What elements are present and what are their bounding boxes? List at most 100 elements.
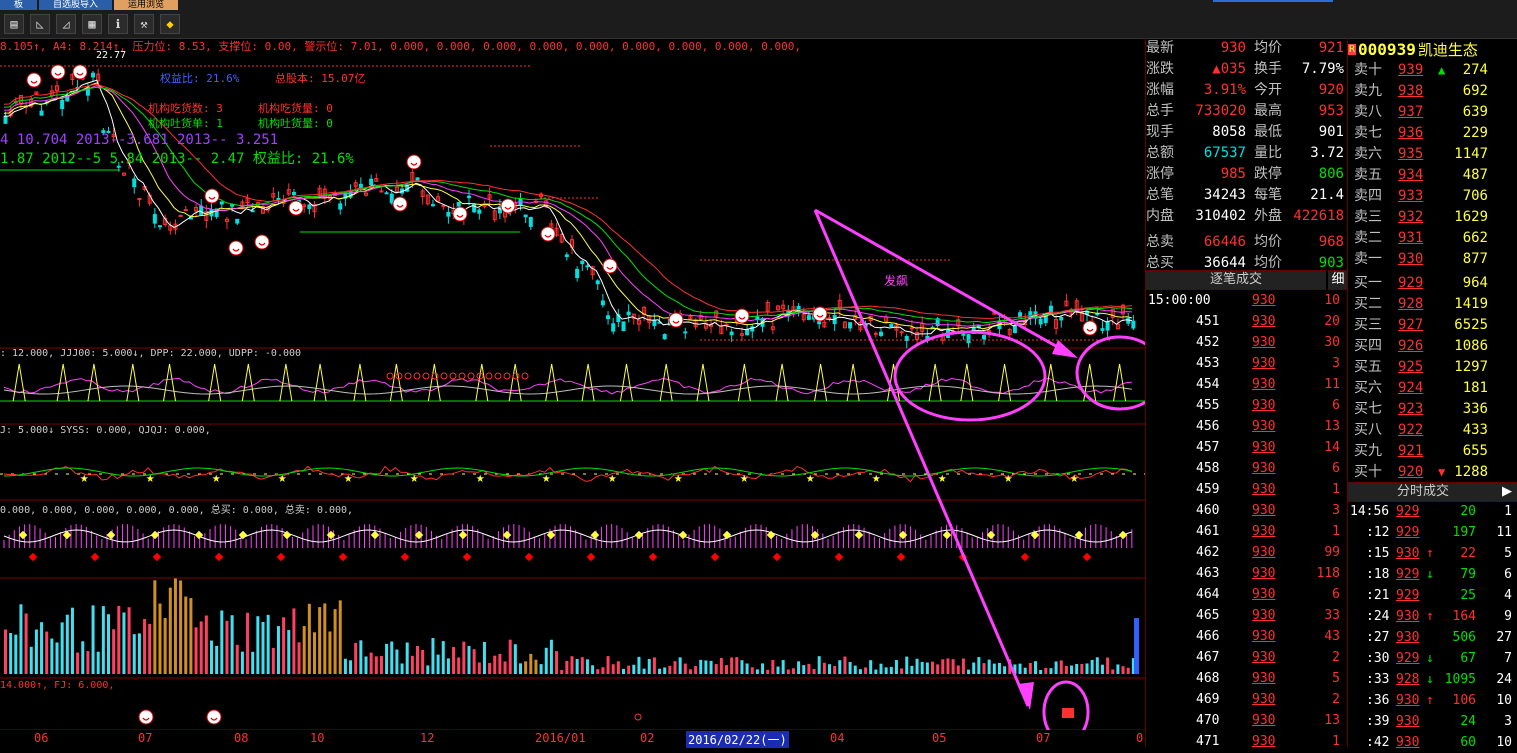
tick-volume: 1 [1332,734,1340,749]
volume-bar [802,665,806,674]
smiley-icon [452,206,468,222]
chart-icon[interactable]: ▤ [4,14,24,34]
volume-bar [1023,667,1027,674]
tick-volume: 33 [1324,608,1340,623]
quote-value: 733020 [1195,103,1246,119]
tick-volume: 6 [1332,587,1340,602]
volume-bar [302,626,306,674]
ob-label: 买一 [1354,275,1382,291]
volume-bar [1095,657,1099,674]
minute-count: 6 [1504,567,1512,582]
minute-play-icon[interactable]: ▶ [1496,482,1517,502]
ruler-icon[interactable]: ◺ [30,14,50,34]
volume-bar [750,667,754,674]
candle-body [178,214,183,217]
volume-bar [410,655,414,674]
minute-volume: 24 [1460,714,1476,729]
ob-volume: 639 [1462,104,1488,120]
tick-price: 930 [1252,356,1276,371]
volume-bar [19,604,23,674]
volume-bar [1064,665,1068,674]
volume-bar [534,659,538,674]
volume-bar [1090,659,1094,674]
tick-volume: 13 [1324,419,1340,434]
candle-body [889,323,894,328]
ob-volume: 487 [1462,167,1488,183]
volume-bar [812,668,816,674]
doc-icon[interactable]: ▦ [82,14,102,34]
volume-bar [920,662,924,674]
candle-body [564,254,569,258]
ob-price: 937 [1398,104,1424,120]
volume-bar [235,644,239,674]
volume-bar [848,661,852,674]
volume-bar [472,649,476,674]
volume-bar [941,659,945,674]
volume-bar [230,615,234,674]
candle-body [183,209,188,212]
candle-body [379,190,384,193]
minute-count: 27 [1496,630,1512,645]
volume-bar [771,660,775,674]
quote-value-2: 920 [1318,82,1344,98]
ruler-icon[interactable]: ◿ [56,14,76,34]
smiley-icon [812,306,828,322]
volume-bar [24,613,28,674]
kline-chart-area[interactable]: ★ ★ ★ ★ ★ ★ ★ ★ ★ ★ ★ ★ ★ ★ ★ ★ 8.105↑, A4: 8.214↑, [0,38,1145,748]
volume-bar [1106,657,1110,674]
tab-board[interactable]: 板 [0,0,38,10]
tick-price: 930 [1252,503,1276,518]
tick-volume: 11 [1324,377,1340,392]
minute-price: 930 [1396,714,1420,729]
tool-icon[interactable]: ⚒ [134,14,154,34]
minute-volume: 60 [1460,735,1476,750]
volume-bar [266,614,270,674]
volume-bar [256,616,260,674]
tick-time: 459 [1196,482,1220,497]
tick-volume: 2 [1332,692,1340,707]
minute-price: 930 [1396,630,1420,645]
tick-price: 930 [1252,293,1276,308]
diamond-icon[interactable]: ◆ [160,14,180,34]
volume-bar [287,630,291,674]
candle-body [523,214,528,218]
volume-bar [374,656,378,674]
candle-body [879,331,883,336]
candle-body [580,260,585,265]
indicator-2-line: J: 5.000↓ SYSS: 0.000, QJQJ: 0.000, [0,425,211,436]
high-price-label: 22.77 [96,50,127,61]
volume-bar [14,634,18,674]
ob-label: 买二 [1354,296,1382,312]
volume-bar [735,657,739,674]
ticks-detail-button[interactable]: 细 [1328,270,1348,290]
volume-bar [137,633,141,674]
tick-volume: 6 [1332,398,1340,413]
volume-bar [96,651,100,674]
volume-bar [570,656,574,674]
volume-bar [755,669,759,674]
quote-value: 66446 [1203,234,1246,250]
volume-bar [596,669,600,674]
volume-bar [148,623,152,674]
ob-price: 936 [1398,125,1424,141]
ob-price: 934 [1398,167,1424,183]
volume-bar [884,667,888,674]
volume-bar [282,617,286,674]
tab-strip: 板 自选股导入 运用浏览 [0,0,180,10]
volume-bar [101,606,105,674]
volume-bar [117,606,121,674]
tick-price: 930 [1252,335,1276,350]
tick-time: 471 [1196,734,1220,749]
tick-time: 469 [1196,692,1220,707]
tick-price: 930 [1252,314,1276,329]
tick-time: 467 [1196,650,1220,665]
x-axis-label: 07 [138,731,153,745]
tick-time: 463 [1196,566,1220,581]
svg-text:★: ★ [542,470,551,486]
volume-bar [1034,661,1037,674]
volume-bar [276,626,280,674]
tab-import-watchlist[interactable]: 自选股导入 [39,0,113,10]
info-icon[interactable]: ℹ [108,14,128,34]
tick-time: 466 [1196,629,1220,644]
tab-browse[interactable]: 运用浏览 [114,0,179,10]
